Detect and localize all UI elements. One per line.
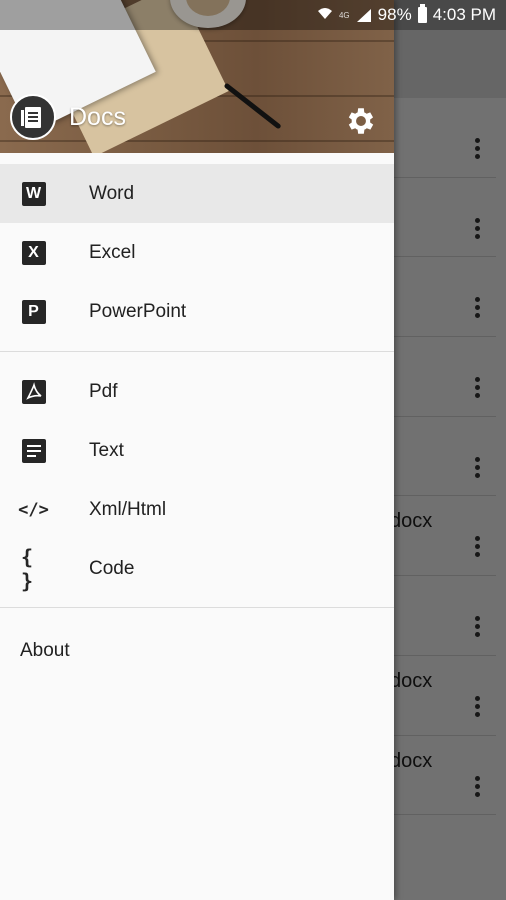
powerpoint-icon: P — [21, 299, 46, 324]
word-icon: W — [21, 181, 46, 206]
menu-item-label: Text — [89, 440, 124, 461]
menu-item-label: Code — [89, 558, 135, 579]
menu-item-label: Word — [89, 183, 135, 204]
wood-plank-line — [0, 140, 394, 142]
header-pen-image — [223, 82, 282, 130]
braces-icon: { } — [21, 544, 34, 593]
other-formats-group: Pdf Text </> Xml/Html { } Code — [0, 362, 394, 598]
text-icon — [21, 438, 46, 463]
menu-item-label: Xml/Html — [89, 499, 167, 520]
menu-divider — [0, 607, 394, 608]
menu-item-xml-html[interactable]: </> Xml/Html — [0, 480, 394, 539]
menu-item-label: Excel — [89, 242, 136, 263]
wifi-icon — [317, 5, 333, 25]
menu-item-pdf[interactable]: Pdf — [0, 362, 394, 421]
menu-item-about[interactable]: About — [20, 640, 70, 662]
network-type: 4G — [338, 10, 350, 20]
office-formats-group: W Word X Excel P PowerPoint — [0, 164, 394, 341]
menu-item-excel[interactable]: X Excel — [0, 223, 394, 282]
status-bar: 4G 98% 4:03 PM — [0, 0, 506, 30]
settings-gear-icon[interactable] — [344, 104, 378, 138]
menu-item-text[interactable]: Text — [0, 421, 394, 480]
menu-item-code[interactable]: { } Code — [0, 539, 394, 598]
app-title: Docs — [69, 103, 126, 131]
menu-item-label: PowerPoint — [89, 301, 187, 322]
clock: 4:03 PM — [432, 5, 496, 24]
code-tag-icon: </> — [18, 499, 49, 520]
app-logo-icon — [10, 94, 56, 140]
battery-level: 98% — [377, 5, 412, 24]
signal-icon — [356, 8, 372, 22]
menu-item-label: Pdf — [89, 381, 118, 402]
menu-item-word[interactable]: W Word — [0, 164, 394, 223]
excel-icon: X — [21, 240, 46, 265]
navigation-drawer: Docs W Word X Excel P PowerPoint Pdf Tex… — [0, 0, 394, 900]
pdf-icon — [21, 379, 46, 404]
menu-item-powerpoint[interactable]: P PowerPoint — [0, 282, 394, 341]
header-spacer — [0, 153, 394, 164]
battery-icon — [417, 4, 427, 23]
